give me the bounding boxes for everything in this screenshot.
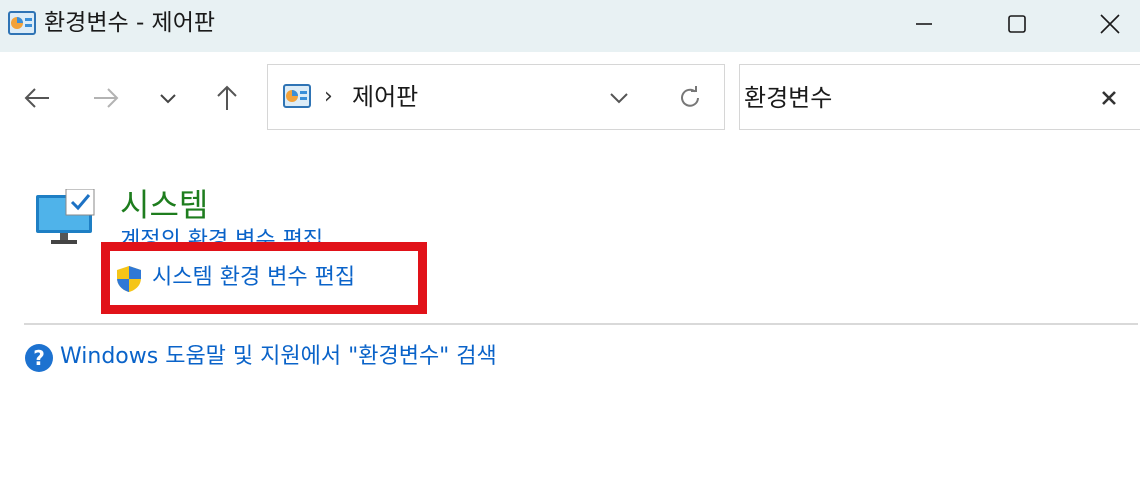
address-dropdown-button[interactable] — [604, 85, 634, 111]
chevron-down-icon — [610, 93, 628, 104]
windows-help-search-link[interactable]: Windows 도움말 및 지원에서 "환경변수" 검색 — [60, 341, 497, 373]
up-button[interactable] — [207, 78, 247, 118]
close-icon — [1100, 14, 1120, 34]
up-arrow-icon — [217, 85, 237, 110]
search-box[interactable]: 환경변수 — [739, 64, 1140, 130]
system-monitor-icon[interactable] — [34, 188, 98, 247]
close-button[interactable] — [1064, 0, 1140, 48]
title-bar: 환경변수 - 제어판 — [0, 0, 1140, 52]
uac-shield-icon — [114, 264, 144, 294]
breadcrumb-separator[interactable]: › — [324, 84, 333, 110]
divider — [24, 323, 1138, 325]
forward-arrow-icon — [94, 88, 119, 108]
maximize-icon — [1008, 15, 1026, 33]
clear-search-button[interactable] — [1096, 85, 1122, 111]
breadcrumb-control-panel[interactable]: 제어판 — [352, 82, 418, 112]
category-title-system[interactable]: 시스템 — [120, 185, 208, 225]
minimize-icon — [916, 23, 932, 25]
control-panel-icon — [282, 84, 312, 110]
svg-text:?: ? — [33, 346, 45, 370]
maximize-button[interactable] — [971, 0, 1063, 48]
control-panel-icon — [8, 11, 36, 37]
search-input[interactable]: 환경변수 — [744, 83, 832, 113]
back-arrow-icon — [24, 88, 49, 108]
clear-icon — [1102, 91, 1116, 105]
forward-button[interactable] — [86, 78, 126, 118]
help-question-icon: ? — [24, 343, 54, 373]
address-bar[interactable]: › 제어판 — [267, 64, 725, 130]
edit-system-env-vars-link[interactable]: 시스템 환경 변수 편집 — [152, 262, 355, 294]
refresh-icon — [681, 86, 699, 107]
refresh-button[interactable] — [674, 82, 706, 114]
back-button[interactable] — [17, 78, 57, 118]
recent-locations-chevron-icon — [160, 94, 176, 104]
minimize-button[interactable] — [878, 0, 970, 48]
recent-locations-button[interactable] — [148, 78, 188, 118]
window-title: 환경변수 - 제어판 — [44, 10, 216, 36]
